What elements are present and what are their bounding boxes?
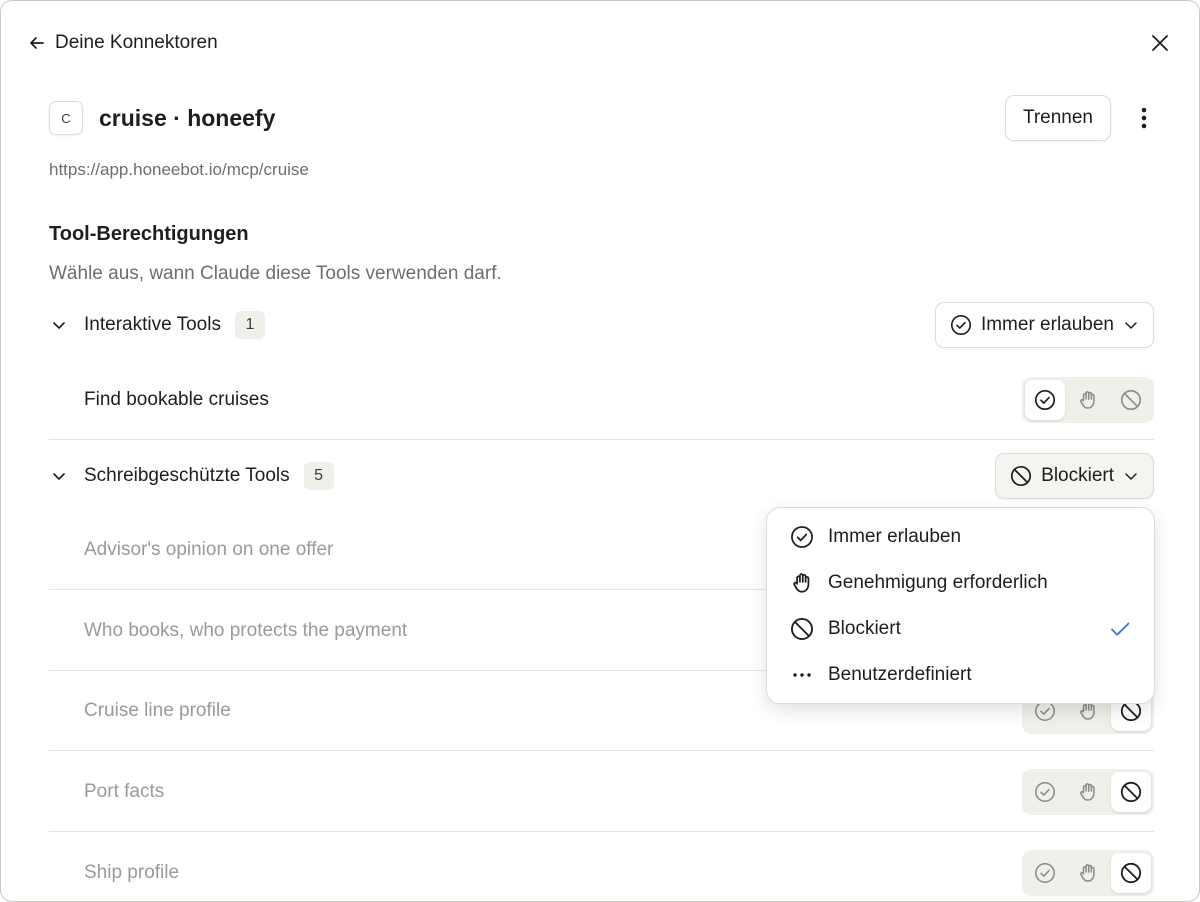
top-bar: Deine Konnektoren bbox=[27, 29, 1173, 57]
hand-icon bbox=[1080, 782, 1095, 801]
group-name: Schreibgeschützte Tools bbox=[84, 465, 290, 486]
chevron-down-icon bbox=[1125, 473, 1137, 480]
allow-option[interactable] bbox=[1025, 379, 1065, 420]
chevron-down-icon bbox=[53, 473, 65, 480]
connector-logo: C bbox=[49, 101, 83, 135]
permission-segmented-control bbox=[1022, 376, 1154, 423]
hand-icon bbox=[789, 570, 815, 596]
tool-name: Cruise line profile bbox=[84, 699, 231, 721]
tool-name: Find bookable cruises bbox=[84, 388, 269, 410]
permission-segmented-control bbox=[1022, 768, 1154, 815]
menu-item-require-approval[interactable]: Genehmigung erforderlich bbox=[767, 560, 1154, 606]
tool-name: Advisor's opinion on one offer bbox=[84, 538, 334, 560]
check-circle-icon bbox=[1034, 389, 1056, 410]
menu-item-custom[interactable]: Benutzerdefiniert bbox=[767, 652, 1154, 698]
group-count-badge: 1 bbox=[234, 311, 265, 339]
close-button[interactable] bbox=[1147, 30, 1173, 56]
block-icon bbox=[789, 616, 815, 642]
group-policy-select[interactable]: Blockiert bbox=[995, 453, 1154, 499]
allow-option[interactable] bbox=[1025, 853, 1065, 893]
close-icon bbox=[1152, 35, 1168, 51]
hand-icon bbox=[1080, 864, 1095, 882]
require-approval-option[interactable] bbox=[1068, 853, 1108, 893]
connector-url: https://app.honeebot.io/mcp/cruise bbox=[49, 160, 309, 179]
more-vertical-icon bbox=[1141, 107, 1147, 129]
dialog: Deine Konnektoren C cruise · honeefy Tre… bbox=[0, 0, 1200, 902]
more-options-button[interactable] bbox=[1129, 95, 1159, 141]
menu-item-blocked[interactable]: Blockiert bbox=[767, 606, 1154, 652]
permission-segmented-control bbox=[1022, 850, 1154, 896]
block-option[interactable] bbox=[1111, 853, 1151, 893]
block-icon bbox=[1011, 465, 1032, 487]
check-circle-icon bbox=[789, 524, 815, 550]
menu-item-label: Benutzerdefiniert bbox=[828, 664, 972, 685]
check-circle-icon bbox=[950, 315, 971, 335]
arrow-left-icon bbox=[30, 37, 44, 49]
back-label: Deine Konnektoren bbox=[55, 32, 218, 53]
block-option[interactable] bbox=[1111, 380, 1151, 420]
connector-header: C cruise · honeefy Trennen bbox=[49, 95, 1159, 141]
block-icon bbox=[1120, 862, 1142, 884]
section-description: Wähle aus, wann Claude diese Tools verwe… bbox=[49, 263, 502, 284]
connector-title: cruise · honeefy bbox=[99, 104, 276, 131]
allow-option[interactable] bbox=[1025, 772, 1065, 812]
require-approval-option[interactable] bbox=[1068, 772, 1108, 812]
block-icon bbox=[1120, 781, 1142, 802]
disconnect-button[interactable]: Trennen bbox=[1004, 95, 1111, 141]
group-name: Interaktive Tools bbox=[84, 314, 221, 335]
section-title: Tool-Berechtigungen bbox=[49, 223, 249, 245]
ellipsis-icon bbox=[789, 662, 815, 688]
block-icon bbox=[1121, 389, 1141, 410]
group-row-readonly: Schreibgeschützte Tools 5 Blockiert bbox=[49, 453, 1154, 499]
menu-item-label: Genehmigung erforderlich bbox=[828, 572, 1048, 593]
hand-icon bbox=[1080, 390, 1095, 409]
chevron-down-icon bbox=[1125, 322, 1137, 329]
tool-row: Port facts bbox=[49, 752, 1154, 832]
group-toggle[interactable] bbox=[49, 466, 69, 486]
check-circle-icon bbox=[1035, 863, 1055, 883]
group-toggle[interactable] bbox=[49, 315, 69, 335]
block-option[interactable] bbox=[1111, 771, 1151, 812]
menu-item-always-allow[interactable]: Immer erlauben bbox=[767, 514, 1154, 560]
group-policy-label: Immer erlauben bbox=[980, 314, 1114, 335]
chevron-down-icon bbox=[53, 322, 65, 329]
check-circle-icon bbox=[1035, 781, 1055, 802]
group-count-badge: 5 bbox=[303, 462, 334, 490]
policy-dropdown-menu: Immer erlauben Genehmigung erforderlich … bbox=[766, 507, 1155, 704]
back-button[interactable]: Deine Konnektoren bbox=[27, 32, 218, 54]
require-approval-option[interactable] bbox=[1068, 380, 1108, 420]
tool-name: Port facts bbox=[84, 780, 165, 802]
group-policy-select[interactable]: Immer erlauben bbox=[934, 302, 1154, 348]
group-policy-label: Blockiert bbox=[1041, 465, 1114, 486]
group-row-interactive: Interaktive Tools 1 Immer erlauben bbox=[49, 302, 1154, 348]
tool-row: Find bookable cruises bbox=[49, 360, 1154, 440]
tool-name: Who books, who protects the payment bbox=[84, 619, 408, 641]
selected-check-icon bbox=[1108, 617, 1132, 641]
menu-item-label: Immer erlauben bbox=[828, 526, 962, 547]
tool-name: Ship profile bbox=[84, 862, 180, 883]
tool-row: Ship profile bbox=[49, 833, 1154, 901]
menu-item-label: Blockiert bbox=[828, 618, 901, 639]
